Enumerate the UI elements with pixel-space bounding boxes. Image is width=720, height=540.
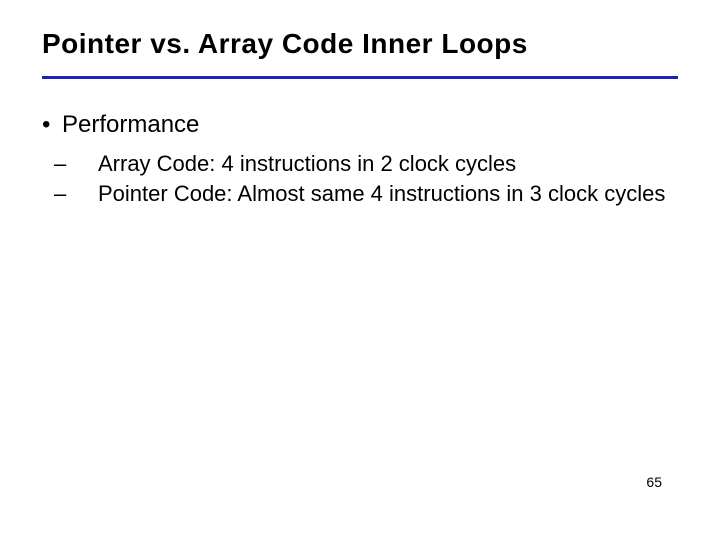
bullet-text: Pointer Code: Almost same 4 instructions… <box>98 181 665 206</box>
bullet-text: Performance <box>62 111 199 138</box>
bullet-level2: –Array Code: 4 instructions in 2 clock c… <box>42 150 678 178</box>
bullet-level2: –Pointer Code: Almost same 4 instruction… <box>42 180 678 208</box>
title-underline <box>42 76 678 79</box>
page-number: 65 <box>646 474 662 490</box>
dash-marker: – <box>76 150 98 178</box>
bullet-level1: •Performance <box>42 110 678 140</box>
dash-marker: – <box>76 180 98 208</box>
slide-body: •Performance –Array Code: 4 instructions… <box>42 110 678 209</box>
slide: Pointer vs. Array Code Inner Loops •Perf… <box>0 0 720 540</box>
slide-title: Pointer vs. Array Code Inner Loops <box>42 28 528 60</box>
bullet-marker: • <box>42 110 62 140</box>
bullet-text: Array Code: 4 instructions in 2 clock cy… <box>98 151 516 176</box>
